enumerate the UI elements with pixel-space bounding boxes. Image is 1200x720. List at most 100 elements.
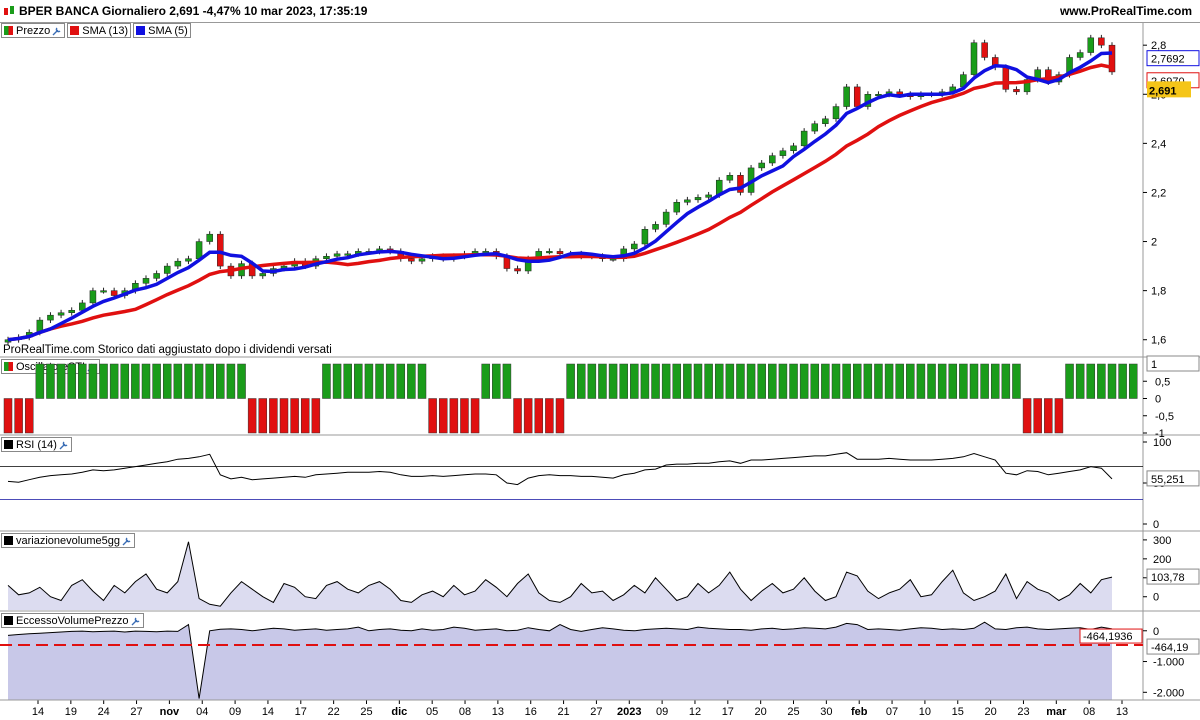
ecc-value-tag-text: -464,19 [1151,642,1188,654]
x-tick-label: 2023 [617,706,641,718]
osc-bar [534,398,544,434]
candle [408,258,415,262]
x-tick-label: 14 [262,706,274,718]
last-price-text: 2,691 [1149,85,1177,97]
vol-area [8,541,1112,610]
osc-bar [3,398,13,434]
y-tick-label: 0 [1155,394,1161,406]
x-tick-label: 07 [886,706,898,718]
osc-bar [24,398,34,434]
x-tick-label: 27 [590,706,602,718]
y-tick-label: 1,6 [1151,335,1166,347]
osc-bar [683,363,692,399]
osc-bar [311,398,321,434]
candle [110,290,118,296]
candle [896,91,903,95]
osc-bar [1044,398,1053,434]
osc-bar [630,363,639,399]
osc-bar [948,363,958,399]
osc-bar [895,363,904,399]
x-tick-label: 23 [1017,706,1029,718]
candle [57,312,65,316]
candle [631,243,638,250]
osc-bar [513,398,522,434]
candle [195,241,203,259]
osc-bar [523,398,533,434]
x-tick-label: 17 [295,706,307,718]
osc-bar [131,363,140,399]
osc-bar [14,398,23,434]
osc-bar [205,363,214,399]
osc-bar [1097,363,1106,399]
osc-value-tag-text: 1 [1151,359,1157,371]
osc-bar [863,363,873,399]
sma5-value-tag-text: 2,7692 [1151,54,1185,66]
candle [556,251,564,255]
osc-bar [757,363,766,399]
candle [811,123,819,132]
osc-bar [279,398,289,434]
candle [673,202,681,213]
candle [790,145,797,151]
x-tick-label: dic [391,706,407,718]
osc-bar [927,363,936,399]
x-tick-label: 22 [328,706,340,718]
y-tick-label: 1,8 [1151,286,1166,298]
osc-bar [99,363,108,399]
osc-bar [78,363,87,399]
y-tick-label: 0 [1153,519,1159,531]
osc-bar [789,363,798,399]
x-tick-label: 24 [98,706,110,718]
osc-bar [216,363,225,399]
ecc-area [8,622,1112,700]
osc-bar [598,363,607,399]
candle [47,314,54,321]
x-tick-label: 13 [1116,706,1128,718]
osc-bar [555,398,565,434]
osc-bar [1012,363,1021,399]
x-tick-label: 16 [525,706,537,718]
candle [779,150,787,156]
x-tick-label: 21 [557,706,569,718]
osc-bar [417,363,427,399]
chart-canvas[interactable]: 1,61,822,22,42,62,82,76922,69702,6910,50… [0,0,1200,720]
x-tick-label: 05 [426,706,438,718]
osc-bar [396,363,406,399]
osc-bar [545,398,554,434]
x-tick-label: 27 [130,706,142,718]
rsi-value-tag: 55,251 [1146,470,1200,487]
x-tick-label: 14 [32,706,44,718]
candle [514,268,521,272]
osc-bar [778,363,788,399]
osc-bar [704,363,713,399]
osc-bar [1033,398,1042,434]
osc-bar [587,363,597,399]
candle [89,290,97,304]
ecc-value-tag: -464,19 [1146,638,1200,655]
osc-bar [162,363,172,399]
osc-bar [354,363,363,399]
candle [217,233,224,267]
osc-bar [884,363,894,399]
osc-bar [1118,363,1127,399]
osc-bar [566,363,575,399]
candle [662,211,670,225]
x-tick-label: 09 [656,706,668,718]
osc-bar [969,363,979,399]
y-tick-label: 0,5 [1155,376,1170,388]
osc-bar [714,363,724,399]
candle [652,224,659,230]
osc-bar [768,363,777,399]
x-tick-label: 19 [65,706,77,718]
osc-bar [608,363,618,399]
candle [1087,37,1095,53]
last-price-tag: 2,691 [1147,81,1191,98]
osc-bar [831,363,841,399]
candle [206,233,213,242]
osc-bar [842,363,851,399]
osc-bar [343,363,352,399]
candle [758,162,765,169]
x-tick-label: 12 [689,706,701,718]
candle [705,194,712,198]
osc-bar [651,363,660,399]
